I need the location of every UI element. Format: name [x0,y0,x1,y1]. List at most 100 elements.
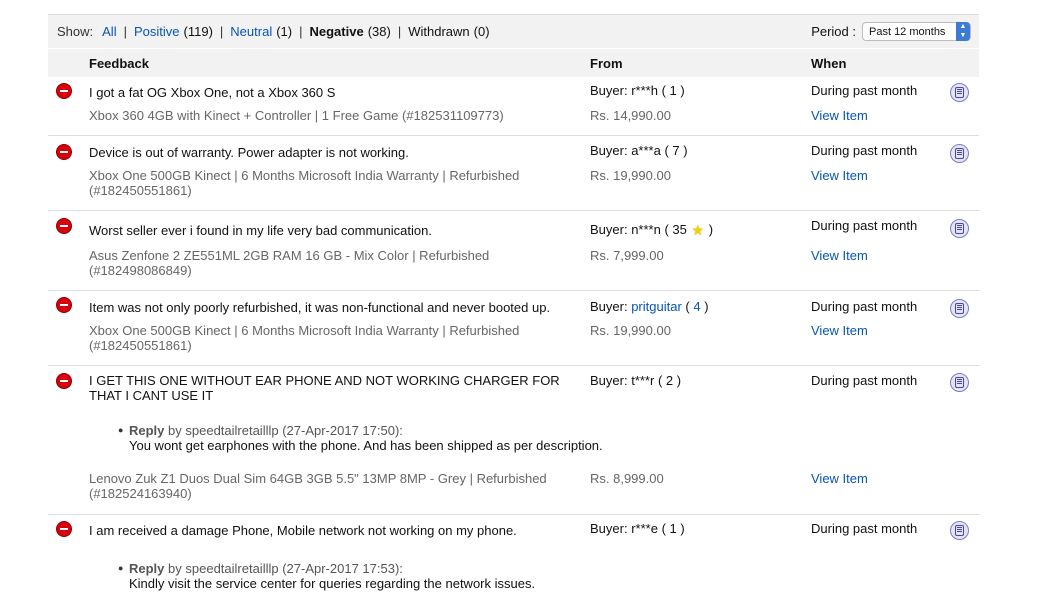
feedback-comment: Worst seller ever i found in my life ver… [89,223,432,238]
score-open: ( [661,83,670,98]
buyer-prefix: Buyer: [590,222,628,237]
negative-rating-icon [56,521,72,537]
column-header-from: From [590,56,623,71]
neutral-count: (1) [276,24,293,39]
show-label: Show: [57,24,94,39]
feedback-row: I got a fat OG Xbox One, not a Xbox 360 … [48,77,979,136]
score-close: ) [705,222,714,237]
feedback-row: I GET THIS ONE WITHOUT EAR PHONE AND NOT… [48,366,979,515]
filter-bar: Show: All | Positive (119) | Neutral (1)… [48,15,979,48]
period-label: Period : [811,24,856,39]
view-details-icon[interactable] [950,219,969,238]
negative-rating-icon [56,297,72,313]
reply-label: Reply [129,423,165,438]
buyer-prefix: Buyer: [590,521,628,536]
item-title: Lenovo Zuk Z1 Duos Dual Sim 64GB 3GB 5.5… [89,471,547,501]
feedback-when: During past month [811,83,918,98]
buyer-info: Buyer: pritguitar ( 4 ) [590,299,709,314]
feedback-row: Device is out of warranty. Power adapter… [48,136,979,211]
filter-neutral-link[interactable]: Neutral [230,24,272,39]
view-item-link[interactable]: View Item [811,471,868,486]
score-close: ) [673,373,682,388]
filter-negative-selected: Negative [309,24,364,39]
reply-meta: by speedtailretailllp (27-Apr-2017 17:53… [168,561,403,576]
view-details-icon[interactable] [950,521,969,540]
negative-rating-icon [56,144,72,160]
filter-positive-link[interactable]: Positive [134,24,180,39]
view-details-icon[interactable] [950,299,969,318]
buyer-prefix: Buyer: [590,143,628,158]
seller-reply: ● Reply by speedtailretailllp (27-Apr-20… [118,561,536,591]
item-title: Xbox One 500GB Kinect | 6 Months Microso… [89,168,520,198]
reply-label: Reply [129,561,165,576]
separator: | [397,24,402,39]
feedback-comment: I GET THIS ONE WITHOUT EAR PHONE AND NOT… [89,373,560,403]
table-header: Feedback From When [48,49,979,77]
feedback-comment: Item was not only poorly refurbished, it… [89,300,551,315]
star-icon: ★ [691,222,705,238]
item-title: Xbox 360 4GB with Kinect + Controller | … [89,108,504,123]
score-close: ) [676,521,685,536]
filter-all-link[interactable]: All [102,24,116,39]
view-details-icon[interactable] [950,373,969,392]
select-arrows-icon: ▲ ▼ [956,22,970,41]
view-item-link[interactable]: View Item [811,248,868,263]
score-close: ) [700,299,709,314]
score-close: ) [679,143,688,158]
feedback-comment: I am received a damage Phone, Mobile net… [89,523,517,538]
negative-rating-icon [56,83,72,99]
item-price: Rs. 8,999.00 [590,471,664,486]
reply-text: You wont get earphones with the phone. A… [129,438,603,453]
feedback-row: Item was not only poorly refurbished, it… [48,291,979,366]
period-filter: Period : Past 12 months ▲ ▼ [811,22,971,41]
buyer-name: n***n [631,222,661,237]
buyer-score: 35 [672,222,687,237]
view-item-link[interactable]: View Item [811,168,868,183]
score-open: ( [661,521,670,536]
bottom-fade [0,591,1041,608]
feedback-when: During past month [811,373,918,388]
view-details-icon[interactable] [950,83,969,102]
view-item-link[interactable]: View Item [811,323,868,338]
buyer-info: Buyer: n***n ( 35 ★ ) [590,222,713,239]
column-header-when: When [811,56,847,71]
buyer-score: 1 [669,83,677,98]
separator: | [123,24,127,39]
feedback-when: During past month [811,218,918,233]
view-item-link[interactable]: View Item [811,108,868,123]
negative-rating-icon [56,218,72,234]
item-title: Asus Zenfone 2 ZE551ML 2GB RAM 16 GB - M… [89,248,490,278]
buyer-info: Buyer: r***e ( 1 ) [590,521,685,536]
period-select-value: Past 12 months [869,26,946,38]
feedback-when: During past month [811,521,918,536]
item-price: Rs. 7,999.00 [590,248,664,263]
feedback-when: During past month [811,299,918,314]
item-price: Rs. 19,990.00 [590,168,671,183]
positive-count: (119) [183,24,213,39]
negative-rating-icon [56,373,72,389]
buyer-profile-link[interactable]: pritguitar [631,299,682,314]
reply-text: Kindly visit the service center for quer… [129,576,536,591]
filter-withdrawn: Withdrawn [408,24,470,39]
buyer-score-link[interactable]: 4 [693,299,700,314]
view-details-icon[interactable] [950,144,969,163]
seller-reply: ● Reply by speedtailretailllp (27-Apr-20… [118,423,603,453]
buyer-score: 1 [669,521,677,536]
buyer-prefix: Buyer: [590,373,628,388]
negative-count: (38) [367,24,391,39]
buyer-info: Buyer: t***r ( 2 ) [590,373,681,388]
buyer-prefix: Buyer: [590,299,628,314]
feedback-when: During past month [811,143,918,158]
separator: | [219,24,224,39]
buyer-info: Buyer: r***h ( 1 ) [590,83,685,98]
item-price: Rs. 14,990.00 [590,108,671,123]
buyer-score: 7 [672,143,680,158]
period-select[interactable]: Past 12 months ▲ ▼ [862,22,971,41]
feedback-row: Worst seller ever i found in my life ver… [48,211,979,291]
buyer-info: Buyer: a***a ( 7 ) [590,143,688,158]
item-title: Xbox One 500GB Kinect | 6 Months Microso… [89,323,520,353]
bullet-icon: ● [118,425,124,435]
feedback-comment: Device is out of warranty. Power adapter… [89,145,409,160]
buyer-name: t***r [631,373,655,388]
buyer-name: r***h [631,83,658,98]
